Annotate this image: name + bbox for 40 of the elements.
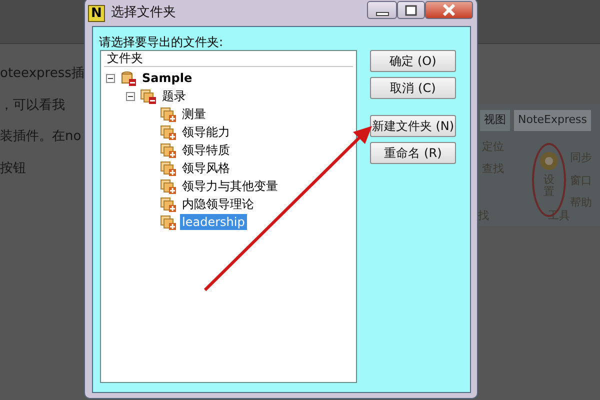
- dialog-button[interactable]: 取消 (C): [370, 77, 456, 99]
- tree-item[interactable]: 领导力与其他变量: [180, 178, 280, 194]
- tree-item[interactable]: Sample: [140, 70, 194, 86]
- gear-icon: [538, 150, 560, 172]
- tree-item[interactable]: 内隐领导理论: [180, 196, 256, 212]
- window-title: 选择文件夹: [111, 4, 176, 22]
- close-button[interactable]: [425, 1, 473, 19]
- prompt-text: 请选择要导出的文件夹:: [99, 34, 224, 51]
- ribbon-tab[interactable]: 视图: [480, 110, 510, 130]
- folder-icon: [160, 160, 176, 176]
- folder-icon: [140, 88, 156, 104]
- collapse-toggle[interactable]: [126, 92, 135, 100]
- tree-item[interactable]: 领导风格: [180, 160, 232, 176]
- article-text: 按钮: [0, 160, 26, 178]
- folder-icon: [120, 70, 136, 86]
- folder-icon: [160, 142, 176, 158]
- column-header[interactable]: 文件夹: [104, 51, 353, 67]
- maximize-button[interactable]: [397, 1, 425, 19]
- dialog-button[interactable]: 确定 (O): [370, 50, 456, 72]
- tree-item[interactable]: 题录: [160, 88, 188, 104]
- app-icon: N: [88, 4, 105, 22]
- folder-icon: [160, 124, 176, 140]
- minimize-icon: [376, 12, 388, 16]
- collapse-toggle[interactable]: [106, 74, 115, 82]
- tree-item[interactable]: 领导能力: [180, 124, 232, 140]
- article-text: ，可以看我: [0, 96, 65, 114]
- dialog-button[interactable]: 新建文件夹 (N): [370, 115, 456, 137]
- tree-item[interactable]: 领导特质: [180, 142, 232, 158]
- tree-item[interactable]: 测量: [180, 106, 208, 122]
- close-icon: [443, 4, 455, 16]
- ribbon-tab[interactable]: NoteExpress: [514, 110, 591, 130]
- article-text: 装插件。在no: [0, 128, 82, 146]
- folder-icon: [160, 214, 176, 230]
- folder-icon: [160, 178, 176, 194]
- folder-icon: [160, 106, 176, 122]
- minimize-button[interactable]: [367, 1, 397, 19]
- folder-icon: [160, 196, 176, 212]
- article-text: oteexpress插: [0, 65, 84, 83]
- dialog-button[interactable]: 重命名 (R): [370, 142, 456, 164]
- maximize-icon: [405, 4, 417, 16]
